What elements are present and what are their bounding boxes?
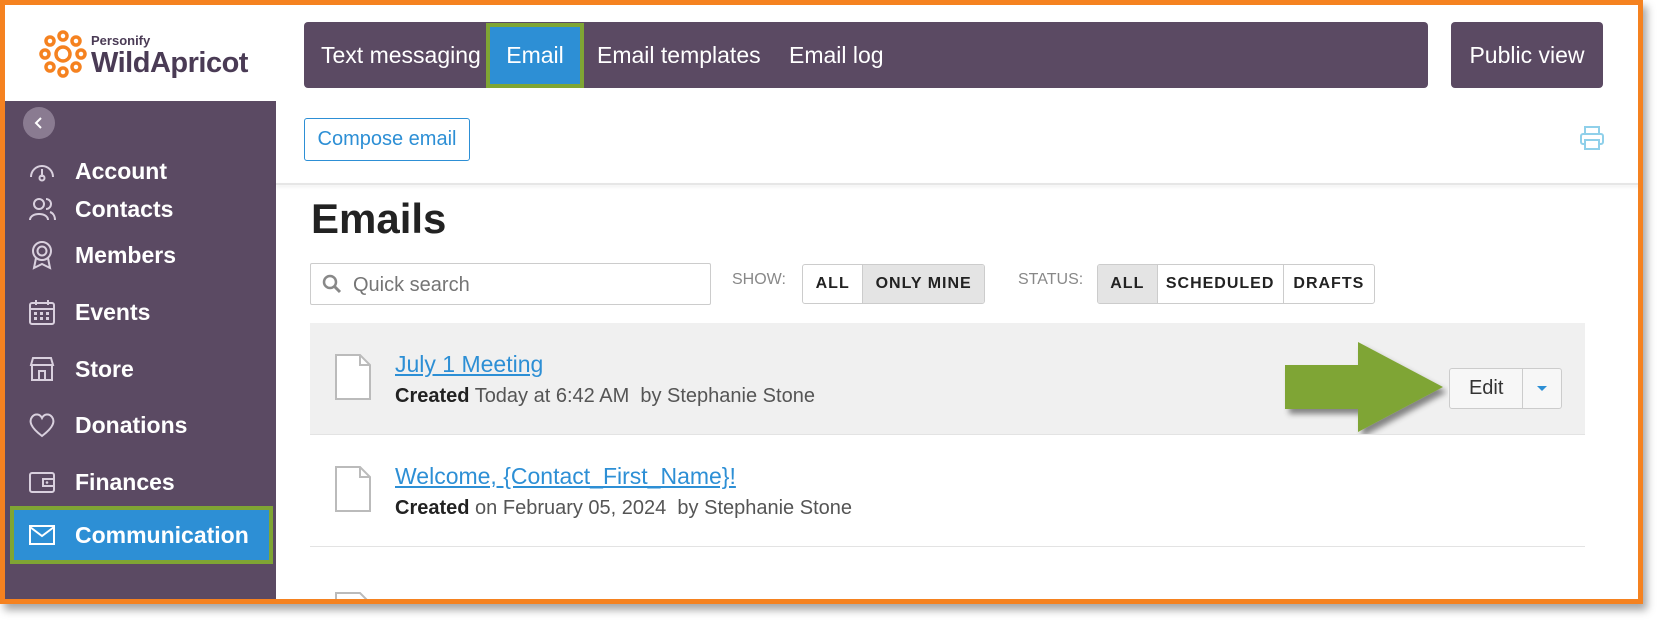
email-title-link[interactable]: Welcome, {Contact_First_Name}! (395, 463, 736, 490)
sidebar-item-label: Donations (75, 411, 188, 438)
logo-brand-small: Personify (91, 33, 151, 48)
store-icon (27, 354, 57, 384)
search-icon (322, 274, 342, 294)
created-date: on February 05, 2024 (475, 497, 667, 519)
email-title-link[interactable]: July 1 Meeting (395, 351, 543, 378)
logo-brand: WildApricot (91, 47, 248, 79)
people-icon (27, 194, 57, 224)
sidebar-item-donations[interactable]: Donations (5, 401, 276, 449)
sidebar-item-contacts[interactable]: Contacts (5, 191, 276, 227)
gauge-icon (27, 156, 57, 186)
email-meta: Created on February 05, 2024 by Stephani… (395, 497, 852, 520)
edit-button[interactable]: Edit (1450, 369, 1524, 408)
sidebar-item-label: Members (75, 241, 176, 268)
sidebar-item-events[interactable]: Events (5, 288, 276, 336)
tab-text-messaging[interactable]: Text messaging (321, 22, 481, 88)
tab-email[interactable]: Email (486, 23, 584, 88)
document-icon (335, 592, 368, 599)
created-date: Today at 6:42 AM (474, 385, 630, 407)
created-by: by Stephanie Stone (677, 497, 853, 519)
logo[interactable]: Personify WildApricot (5, 5, 276, 101)
heart-icon (27, 410, 57, 440)
sidebar-item-label: Events (75, 298, 151, 325)
show-all-option[interactable]: ALL (803, 265, 864, 303)
edit-button-group: Edit (1449, 368, 1562, 409)
screenshot-frame: Personify WildApricot Account Contacts M… (0, 0, 1643, 604)
sidebar-item-label: Store (75, 355, 134, 382)
document-icon (335, 466, 371, 512)
sidebar-item-finances[interactable]: Finances (5, 458, 276, 506)
compose-email-button[interactable]: Compose email (304, 118, 470, 161)
sidebar-item-label: Finances (75, 468, 175, 495)
wallet-icon (27, 467, 57, 497)
communication-tabbar: Text messaging Email Email templates Ema… (304, 22, 1428, 88)
show-filter-label: SHOW: (732, 271, 786, 288)
status-all-option[interactable]: ALL (1098, 265, 1158, 303)
quick-search (310, 263, 711, 305)
sidebar: Account Contacts Members Events Store Do… (5, 101, 276, 599)
tab-email-log[interactable]: Email log (789, 22, 884, 88)
sidebar-item-label: Account (75, 157, 167, 184)
calendar-icon (27, 297, 57, 327)
document-icon (335, 354, 371, 400)
status-scheduled-option[interactable]: SCHEDULED (1158, 265, 1284, 303)
email-meta: Created Today at 6:42 AM by Stephanie St… (395, 385, 815, 408)
edit-dropdown-toggle[interactable] (1523, 369, 1561, 408)
email-row[interactable]: Welcome, {Contact_First_Name}! Created o… (310, 435, 1585, 547)
show-only-mine-option[interactable]: ONLY MINE (863, 265, 984, 303)
annotation-arrow (1285, 342, 1443, 432)
sidebar-item-communication[interactable]: Communication (10, 506, 273, 564)
created-label: Created (395, 385, 470, 407)
status-drafts-option[interactable]: DRAFTS (1284, 265, 1374, 303)
chevron-left-icon (34, 117, 42, 129)
created-label: Created (395, 497, 470, 519)
envelope-icon (27, 520, 57, 550)
sidebar-item-members[interactable]: Members (5, 231, 276, 279)
apricot-logo-icon (39, 30, 87, 78)
print-icon[interactable] (1579, 125, 1605, 151)
status-filter-label: STATUS: (1018, 271, 1084, 288)
sidebar-item-label: Communication (75, 521, 249, 548)
search-input[interactable] (351, 266, 705, 304)
created-by: by Stephanie Stone (640, 385, 815, 407)
sidebar-item-label: Contacts (75, 195, 174, 222)
public-view-button[interactable]: Public view (1451, 22, 1603, 88)
badge-icon (27, 240, 57, 270)
show-filter: ALL ONLY MINE (802, 264, 985, 304)
header-divider (276, 183, 1638, 185)
tab-email-templates[interactable]: Email templates (597, 22, 761, 88)
email-row-partial[interactable] (310, 561, 1585, 599)
sidebar-item-store[interactable]: Store (5, 345, 276, 393)
sidebar-collapse-button[interactable] (23, 107, 55, 139)
caret-down-icon (1537, 385, 1548, 391)
page-title: Emails (311, 195, 447, 242)
status-filter: ALL SCHEDULED DRAFTS (1097, 264, 1375, 304)
sidebar-item-account[interactable]: Account (5, 153, 276, 189)
